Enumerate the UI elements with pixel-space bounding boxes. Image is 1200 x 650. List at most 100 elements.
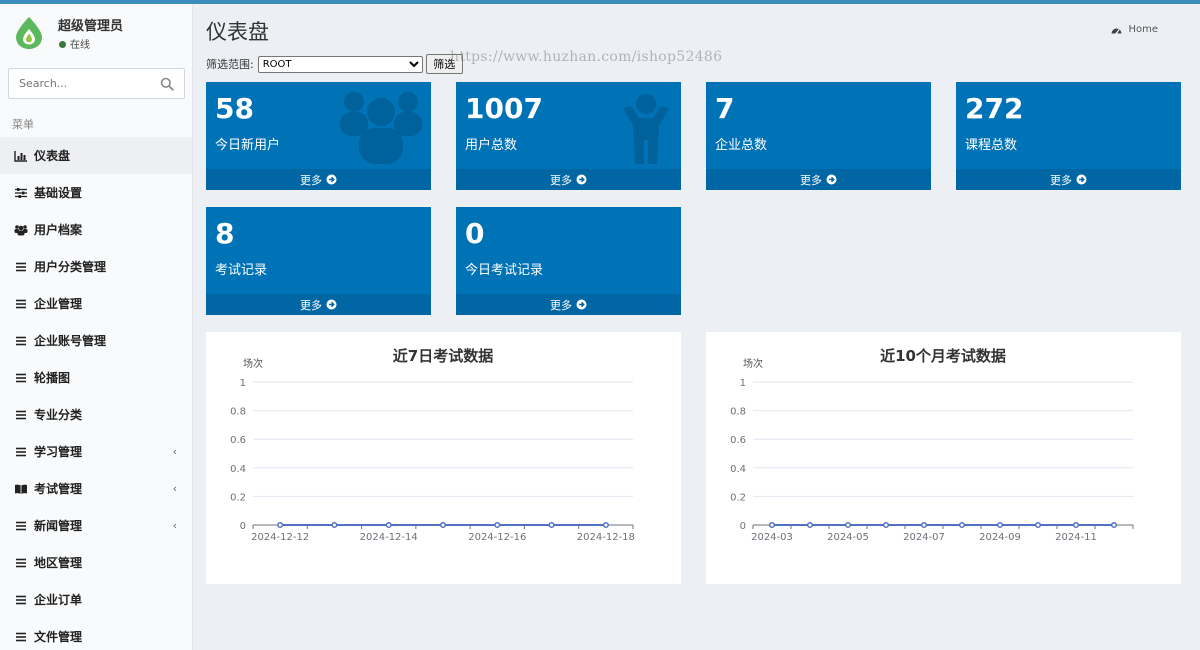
data-point[interactable]	[548, 521, 555, 529]
menu-header: 菜单	[12, 118, 34, 131]
data-point[interactable]	[385, 521, 392, 529]
y-tick-label: 0.8	[230, 407, 246, 418]
sidebar-item[interactable]: 仪表盘	[0, 137, 192, 174]
data-point[interactable]	[806, 521, 814, 529]
stat-more-link[interactable]: 更多	[706, 169, 931, 190]
chart-card-10-months: 近10个月考试数据 场次 0 0.2 0.4 0.6 0.8 1 2024-03 2024-05 2…	[706, 332, 1181, 584]
stat-more-link[interactable]: 更多	[956, 169, 1181, 190]
breadcrumb-home-link[interactable]: Home	[1128, 24, 1158, 35]
data-point[interactable]	[331, 521, 338, 529]
search-input[interactable]	[9, 69, 149, 98]
sidebar-item[interactable]: 基础设置	[0, 174, 192, 211]
stat-value: 272	[965, 92, 1024, 125]
user-bg-icon	[623, 94, 669, 164]
scope-select[interactable]: ROOT	[257, 55, 423, 73]
list-icon	[14, 446, 28, 458]
sidebar-item-label: 基础设置	[34, 186, 83, 200]
sidebar-item-label: 学习管理	[34, 445, 83, 459]
data-point[interactable]	[768, 521, 776, 529]
x-tick-label: 2024-12-16	[468, 532, 526, 543]
chevron-left-icon: ‹	[172, 482, 177, 495]
more-label: 更多	[800, 173, 822, 187]
arrow-circle-right-icon	[576, 299, 587, 310]
y-tick-label: 0	[240, 521, 246, 532]
sidebar-item[interactable]: 地区管理	[0, 544, 192, 581]
sidebar-item-label: 企业管理	[34, 297, 83, 311]
stat-label: 用户总数	[465, 138, 518, 153]
y-tick-label: 0.6	[730, 435, 746, 446]
stat-value: 58	[215, 92, 254, 125]
data-point[interactable]	[602, 521, 609, 529]
x-tick-label: 2024-03	[751, 532, 793, 543]
sidebar-item[interactable]: 学习管理 ‹	[0, 433, 192, 470]
chart-title: 近10个月考试数据	[880, 347, 1006, 365]
chevron-left-icon: ‹	[172, 519, 177, 532]
x-tick-label: 2024-09	[979, 532, 1021, 543]
sidebar: 超级管理员 在线 菜单 仪表盘基础设置用户档案用户分类管理企业管理企业账号管理轮…	[0, 4, 193, 650]
sidebar-item-label: 文件管理	[34, 630, 83, 644]
stat-label: 课程总数	[965, 138, 1018, 153]
stat-box-today-exams: 0 今日考试记录 更多	[456, 207, 681, 315]
data-point[interactable]	[1034, 521, 1042, 529]
arrow-circle-right-icon	[1076, 174, 1087, 185]
search-icon[interactable]	[160, 77, 174, 91]
list-icon	[14, 557, 28, 569]
sidebar-item[interactable]: 用户档案	[0, 211, 192, 248]
sidebar-menu: 仪表盘 基础设置 用户档案 用户分类管理 企业管理 企业账号管理 轮播图 专业分类 学习管理 ‹ 考…	[0, 137, 192, 650]
data-point[interactable]	[439, 521, 447, 529]
data-point[interactable]	[958, 521, 966, 529]
data-point[interactable]	[920, 521, 928, 529]
breadcrumb[interactable]: Home	[1111, 24, 1158, 35]
sidebar-search	[8, 68, 185, 99]
sidebar-item[interactable]: 专业分类	[0, 396, 192, 433]
stat-more-link[interactable]: 更多	[206, 169, 431, 190]
arrow-circle-right-icon	[826, 174, 837, 185]
sidebar-item[interactable]: 企业管理	[0, 285, 192, 322]
sidebar-item[interactable]: 企业订单	[0, 581, 192, 618]
filter-bar: 筛选范围: ROOT 筛选	[206, 54, 463, 74]
arrow-circle-right-icon	[326, 299, 337, 310]
stat-more-link[interactable]: 更多	[456, 169, 681, 190]
list-icon	[14, 520, 28, 532]
data-point[interactable]	[1072, 521, 1080, 529]
chevron-left-icon: ‹	[172, 445, 177, 458]
stat-box-companies: 7 企业总数 更多	[706, 82, 931, 190]
online-dot-icon	[59, 41, 66, 48]
sidebar-item[interactable]: 新闻管理 ‹	[0, 507, 192, 544]
sidebar-item-label: 新闻管理	[34, 519, 83, 533]
sidebar-item-label: 考试管理	[34, 482, 83, 496]
data-point[interactable]	[882, 521, 890, 529]
data-point[interactable]	[996, 521, 1004, 529]
sidebar-item[interactable]: 用户分类管理	[0, 248, 192, 285]
main-content: 仪表盘 Home 筛选范围: ROOT 筛选 https://www.huzha…	[193, 4, 1200, 650]
sidebar-item[interactable]: 文件管理	[0, 618, 192, 650]
data-point[interactable]	[1110, 521, 1118, 529]
y-tick-label: 1	[740, 378, 746, 389]
x-tick-label: 2024-07	[903, 532, 945, 543]
list-icon	[14, 298, 28, 310]
stat-label: 考试记录	[215, 263, 268, 278]
stat-label: 企业总数	[715, 138, 768, 153]
app-logo-icon	[16, 17, 42, 49]
data-point[interactable]	[844, 521, 852, 529]
stat-value: 8	[215, 217, 235, 250]
filter-label: 筛选范围:	[206, 58, 254, 71]
y-tick-label: 0.4	[230, 464, 246, 475]
data-point[interactable]	[277, 521, 284, 529]
stat-more-link[interactable]: 更多	[456, 294, 681, 315]
arrow-circle-right-icon	[326, 174, 337, 185]
sidebar-item[interactable]: 考试管理 ‹	[0, 470, 192, 507]
sidebar-item[interactable]: 轮播图	[0, 359, 192, 396]
more-label: 更多	[300, 298, 322, 312]
stat-value: 0	[465, 217, 485, 250]
page-title: 仪表盘	[206, 20, 269, 44]
watermark-url: https://www.huzhan.com/ishop52486	[450, 49, 723, 65]
sidebar-item-label: 专业分类	[34, 408, 83, 422]
x-tick-label: 2024-05	[827, 532, 869, 543]
stat-box-total-users: 1007 用户总数 更多	[456, 82, 681, 190]
sidebar-item[interactable]: 企业账号管理	[0, 322, 192, 359]
data-point[interactable]	[494, 521, 501, 529]
list-icon	[14, 631, 28, 643]
stat-more-link[interactable]: 更多	[206, 294, 431, 315]
more-label: 更多	[1050, 173, 1072, 187]
